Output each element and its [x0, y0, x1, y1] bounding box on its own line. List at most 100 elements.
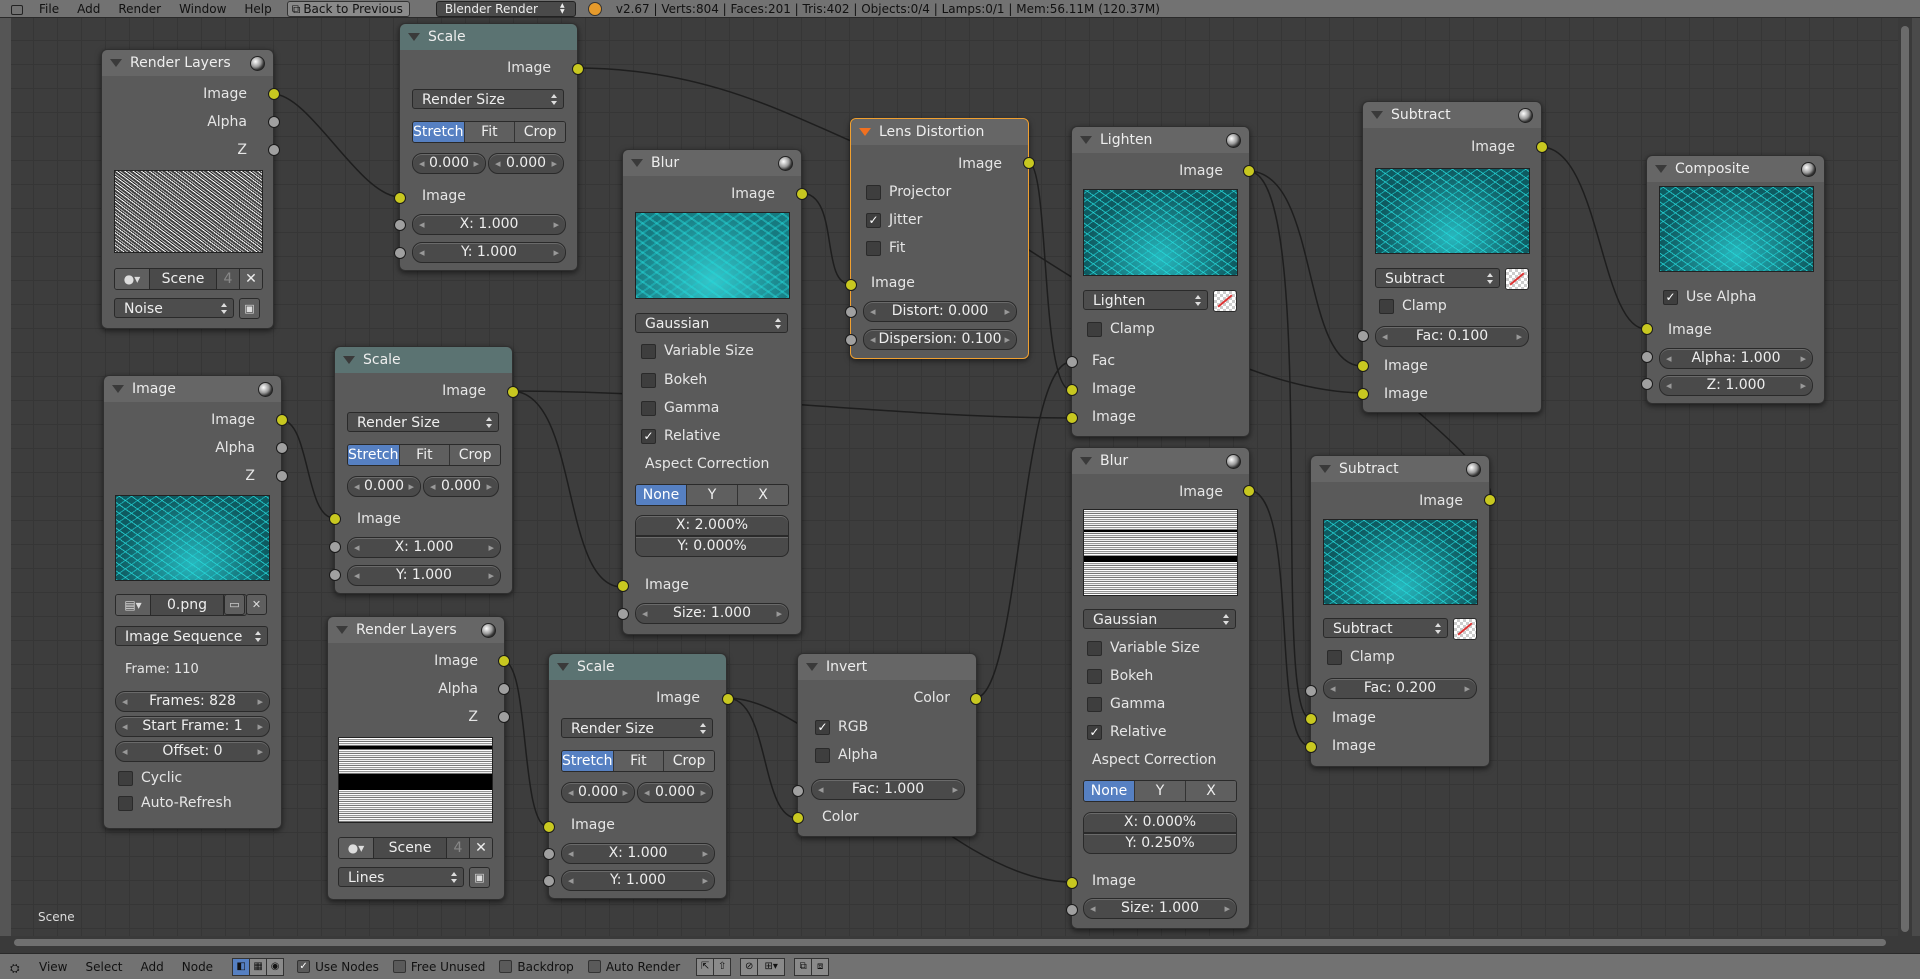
checkbox-box[interactable] — [587, 960, 601, 973]
bokeh-checkbox[interactable]: Bokeh — [641, 372, 707, 388]
render-layers-node-noise[interactable]: Render Layers Image Alpha Z ●▾ Scene 4 ✕ No… — [101, 49, 274, 329]
offset-y-field[interactable]: 0.000 — [637, 782, 713, 803]
socket-in-image[interactable] — [329, 513, 341, 525]
blur-node-1[interactable]: Blur Image Gaussian Variable Size Bokeh … — [622, 149, 802, 635]
node-header[interactable]: Render Layers — [102, 50, 273, 76]
socket-in-image[interactable] — [394, 192, 406, 204]
checkbox-box[interactable]: ✓ — [815, 719, 830, 735]
snap-icon[interactable]: ⊘ — [740, 957, 759, 976]
scene-name[interactable]: Scene — [374, 838, 446, 858]
collapse-icon[interactable] — [1371, 111, 1383, 119]
space-select[interactable]: Render Size — [347, 412, 499, 432]
open-file-icon[interactable]: ▭ — [224, 594, 245, 615]
paste-icon[interactable]: ⧈ — [811, 957, 830, 976]
scene-icon[interactable]: ●▾ — [115, 269, 150, 289]
checkbox-box[interactable]: ✓ — [1087, 724, 1102, 740]
fac-field[interactable]: Fac: 1.000 — [811, 779, 965, 800]
socket-out-alpha[interactable] — [498, 683, 510, 695]
render-layers-node-lines[interactable]: Render Layers Image Alpha Z ●▾ Scene 4 ✕ Li… — [327, 616, 505, 900]
filter-type-select[interactable]: Gaussian — [1083, 609, 1236, 629]
x-button[interactable]: X — [1186, 781, 1236, 801]
socket-in-image[interactable] — [845, 279, 857, 291]
scene-selector[interactable]: ●▾ Scene 4 ✕ — [338, 837, 493, 859]
stretch-button[interactable]: Stretch — [348, 445, 400, 465]
clamp-checkbox[interactable]: Clamp — [1087, 321, 1155, 337]
unlink-icon[interactable]: ✕ — [246, 594, 267, 615]
socket-out-image[interactable] — [722, 693, 734, 705]
gamma-checkbox[interactable]: Gamma — [1087, 696, 1165, 712]
checkbox-box[interactable]: ✓ — [1663, 289, 1678, 305]
use-nodes-checkbox[interactable]: ✓ Use Nodes — [297, 960, 379, 974]
size-x-field[interactable]: X: 2.000% — [635, 515, 789, 536]
menu-select[interactable]: Select — [76, 960, 131, 974]
compositing-nodes-icon[interactable]: ▦ — [249, 957, 268, 976]
copy-icon[interactable]: ⧉ — [794, 957, 813, 976]
socket-in-fac[interactable] — [792, 785, 804, 797]
socket-in-image-2[interactable] — [1066, 412, 1078, 424]
node-header[interactable]: Blur — [623, 150, 801, 176]
distort-field[interactable]: Distort: 0.000 — [863, 301, 1017, 322]
node-header[interactable]: Scale — [400, 24, 577, 50]
node-preview-icon[interactable] — [1226, 133, 1241, 148]
z-field[interactable]: Z: 1.000 — [1659, 375, 1813, 396]
color-picker-icon[interactable] — [1505, 268, 1529, 290]
bokeh-checkbox[interactable]: Bokeh — [1087, 668, 1153, 684]
node-header[interactable]: Scale — [549, 654, 726, 680]
unlink-icon[interactable]: ✕ — [239, 269, 262, 289]
socket-in-y[interactable] — [329, 569, 341, 581]
socket-out-image[interactable] — [1243, 485, 1255, 497]
checkbox-box[interactable] — [1327, 649, 1342, 665]
size-field[interactable]: Size: 1.000 — [635, 603, 789, 624]
node-preview-icon[interactable] — [481, 623, 496, 638]
size-y-field[interactable]: Y: 0.000% — [635, 536, 789, 557]
color-picker-icon[interactable] — [1453, 618, 1477, 640]
node-header[interactable]: Scale — [335, 347, 512, 373]
offset-field[interactable]: Offset: 0 — [115, 741, 270, 762]
checkbox-box[interactable] — [641, 343, 656, 359]
space-select[interactable]: Render Size — [412, 89, 564, 109]
node-preview-icon[interactable] — [778, 156, 793, 171]
collapse-icon[interactable] — [631, 159, 643, 167]
snap-element-icon[interactable]: ⊞▾ — [757, 957, 786, 976]
crop-button[interactable]: Crop — [664, 751, 714, 771]
render-icon[interactable]: ▣ — [239, 298, 260, 319]
fit-button[interactable]: Fit — [399, 445, 451, 465]
socket-out-image[interactable] — [507, 386, 519, 398]
socket-out-image[interactable] — [1023, 157, 1035, 169]
node-preview-icon[interactable] — [1226, 454, 1241, 469]
relative-checkbox[interactable]: ✓ Relative — [1087, 724, 1166, 740]
shader-nodes-icon[interactable]: ◧ — [232, 957, 251, 976]
alpha-checkbox[interactable]: Alpha — [815, 747, 878, 763]
clamp-checkbox[interactable]: Clamp — [1327, 649, 1395, 665]
checkbox-box[interactable]: ✓ — [297, 960, 311, 973]
backdrop-checkbox[interactable]: Backdrop — [499, 960, 574, 974]
checkbox-box[interactable] — [392, 960, 406, 973]
collapse-icon[interactable] — [110, 59, 122, 67]
node-header[interactable]: Invert — [798, 654, 976, 680]
socket-in-image[interactable] — [617, 580, 629, 592]
menu-add[interactable]: Add — [132, 960, 173, 974]
socket-out-image[interactable] — [1536, 141, 1548, 153]
socket-in-y[interactable] — [394, 247, 406, 259]
composite-node[interactable]: Composite ✓Use Alpha Image Alpha: 1.000 … — [1646, 155, 1825, 404]
checkbox-box[interactable] — [641, 372, 656, 388]
fac-field[interactable]: Fac: 0.200 — [1323, 678, 1477, 699]
image-browse-icon[interactable]: ▤▾ — [116, 595, 151, 615]
relative-checkbox[interactable]: ✓ Relative — [641, 428, 720, 444]
projector-checkbox[interactable]: Projector — [866, 184, 951, 200]
parent-icon[interactable]: ⇧ — [713, 957, 732, 976]
scene-selector[interactable]: ●▾ Scene 4 ✕ — [114, 268, 263, 290]
invert-node[interactable]: Invert Color ✓ RGB Alpha Fac: 1.000 Color — [797, 653, 977, 837]
socket-out-color[interactable] — [970, 693, 982, 705]
node-header[interactable]: Subtract — [1363, 102, 1541, 128]
scale-node-3[interactable]: Scale Image Render Size StretchFitCrop 0… — [548, 653, 727, 899]
color-picker-icon[interactable] — [1213, 290, 1237, 312]
fit-button[interactable]: Fit — [613, 751, 665, 771]
checkbox-box[interactable] — [1087, 696, 1102, 712]
scale-node-2[interactable]: Scale Image Render Size StretchFitCrop 0… — [334, 346, 513, 594]
socket-out-image[interactable] — [498, 655, 510, 667]
lighten-node[interactable]: Lighten Image Lighten Clamp Fac Image Im… — [1071, 126, 1250, 437]
none-button[interactable]: None — [1084, 781, 1135, 801]
fit-checkbox[interactable]: Fit — [866, 240, 905, 256]
socket-in-image-2[interactable] — [1305, 741, 1317, 753]
